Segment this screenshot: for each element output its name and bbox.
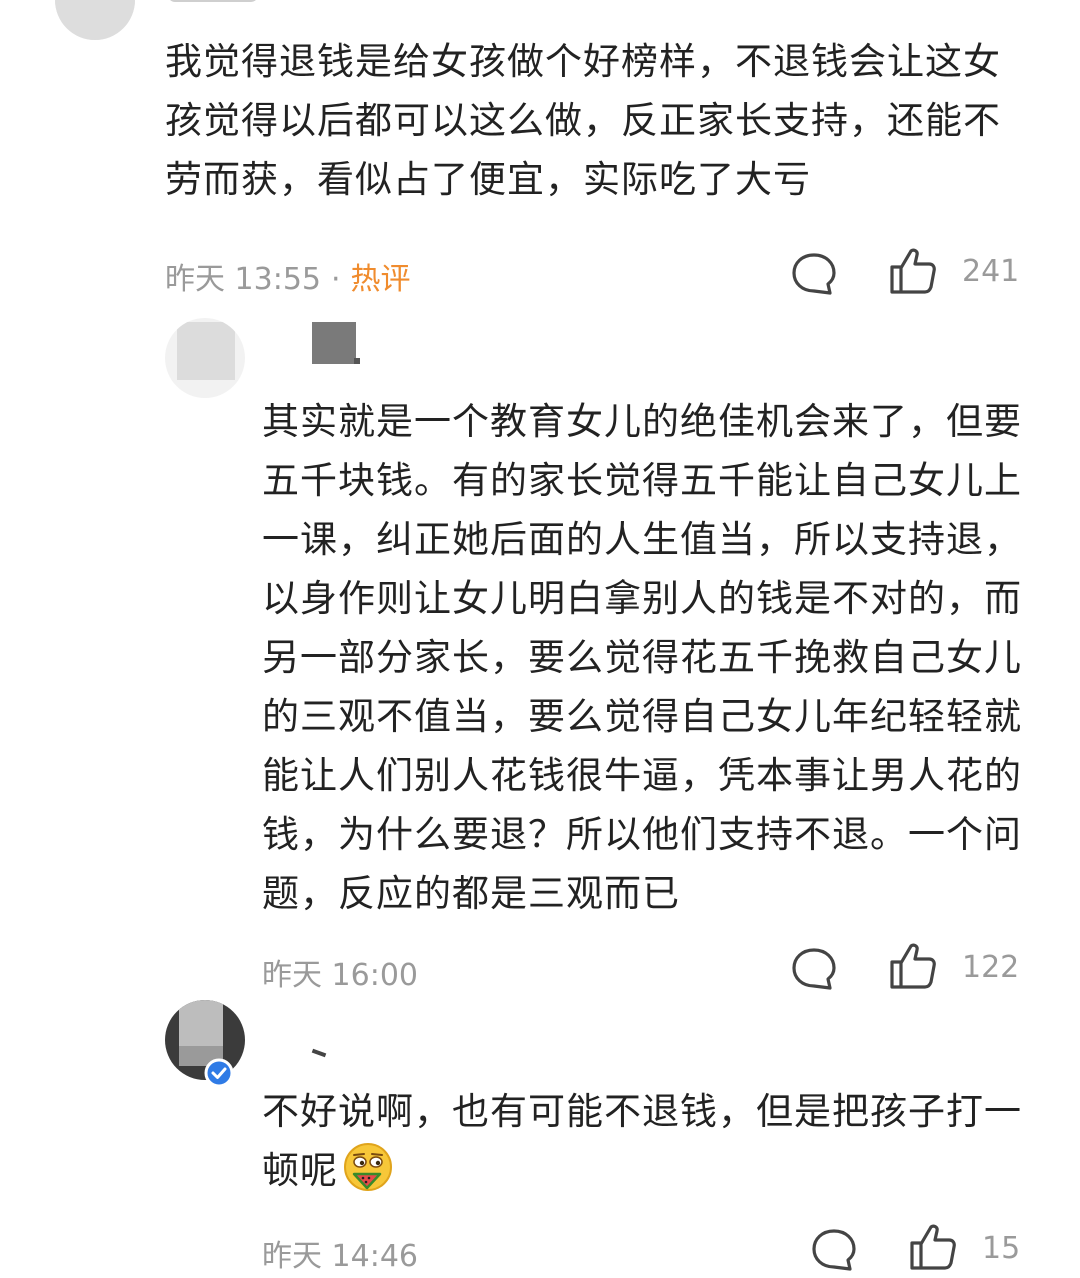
timestamp: 昨天 16:00 bbox=[262, 958, 418, 993]
timestamp: 昨天 13:55 bbox=[165, 262, 321, 297]
comment-meta: 昨天 13:55 · 热评 bbox=[165, 254, 411, 298]
smirk-watermelon-emoji bbox=[342, 1141, 394, 1193]
avatar[interactable] bbox=[55, 0, 135, 40]
username[interactable] bbox=[312, 322, 362, 368]
username[interactable] bbox=[168, 0, 288, 6]
thumbs-up-icon[interactable] bbox=[888, 940, 938, 992]
like-count: 241 bbox=[962, 254, 1020, 289]
comment-text: 其实就是一个教育女儿的绝佳机会来了，但要五千块钱。有的家长觉得五千能让自己女儿上… bbox=[262, 400, 1022, 915]
username[interactable] bbox=[311, 1045, 332, 1058]
thumbs-up-icon[interactable] bbox=[908, 1221, 958, 1273]
timestamp: 昨天 14:46 bbox=[262, 1239, 418, 1274]
thumbs-up-icon[interactable] bbox=[888, 245, 938, 297]
comment-meta: 昨天 14:46 bbox=[262, 1231, 418, 1275]
comment-bubble-icon[interactable] bbox=[790, 945, 838, 993]
verified-badge-icon bbox=[204, 1058, 234, 1088]
comment-bubble-icon[interactable] bbox=[790, 250, 838, 298]
comment-text: 我觉得退钱是给女孩做个好榜样，不退钱会让这女孩觉得以后都可以这么做，反正家长支持… bbox=[165, 40, 1001, 201]
like-count: 15 bbox=[982, 1231, 1021, 1266]
avatar[interactable] bbox=[165, 318, 245, 398]
comment-bubble-icon[interactable] bbox=[810, 1226, 858, 1274]
hot-comment-badge: 热评 bbox=[350, 262, 411, 297]
like-count: 122 bbox=[962, 950, 1020, 985]
comment-meta: 昨天 16:00 bbox=[262, 950, 418, 994]
comment-text: 不好说啊，也有可能不退钱，但是把孩子打一顿呢 bbox=[262, 1082, 1022, 1200]
separator-dot: · bbox=[331, 262, 341, 297]
